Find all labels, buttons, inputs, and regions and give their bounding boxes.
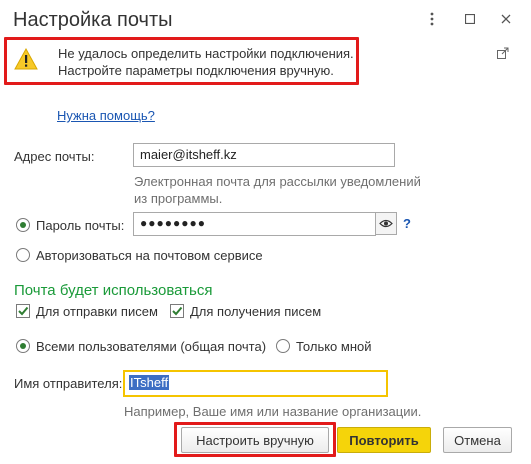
email-input[interactable]: maier@itsheff.kz: [133, 143, 395, 167]
email-hint-line-1: Электронная почта для рассылки уведомлен…: [134, 174, 421, 189]
receive-label: Для получения писем: [190, 304, 322, 319]
help-link[interactable]: Нужна помощь?: [57, 108, 155, 123]
sender-input[interactable]: ITsheff: [123, 370, 388, 397]
external-link-icon[interactable]: [497, 47, 511, 61]
eye-icon[interactable]: [375, 212, 397, 235]
all-users-radio[interactable]: [16, 339, 30, 353]
sender-label: Имя отправителя:: [14, 376, 123, 391]
warning-line-2: Настройте параметры подключения вручную.: [58, 63, 334, 78]
close-icon[interactable]: [495, 8, 517, 30]
retry-button[interactable]: Повторить: [337, 427, 431, 453]
cancel-button[interactable]: Отмена: [443, 427, 512, 453]
all-users-label: Всеми пользователями (общая почта): [36, 339, 267, 354]
warning-icon: [14, 47, 38, 72]
email-label: Адрес почты:: [14, 149, 95, 164]
more-vertical-icon[interactable]: [421, 8, 443, 30]
maximize-icon[interactable]: [459, 8, 481, 30]
sender-hint: Например, Ваше имя или название организа…: [124, 404, 422, 419]
email-hint: Электронная почта для рассылки уведомлен…: [134, 173, 421, 207]
password-label: Пароль почты:: [36, 218, 125, 233]
only-me-label: Только мной: [296, 339, 372, 354]
usage-section-title: Почта будет использоваться: [14, 282, 213, 299]
oauth-label: Авторизоваться на почтовом сервисе: [36, 248, 263, 263]
window-title: Настройка почты: [13, 9, 173, 31]
sender-input-value: ITsheff: [129, 375, 170, 390]
configure-manually-button[interactable]: Настроить вручную: [181, 427, 329, 453]
password-help-icon[interactable]: ?: [403, 216, 411, 231]
password-radio[interactable]: [16, 218, 30, 232]
receive-checkbox[interactable]: [170, 304, 184, 318]
send-checkbox[interactable]: [16, 304, 30, 318]
oauth-radio[interactable]: [16, 248, 30, 262]
send-label: Для отправки писем: [36, 304, 158, 319]
email-hint-line-2: из программы.: [134, 191, 223, 206]
warning-message: Не удалось определить настройки подключе…: [58, 45, 354, 79]
password-input[interactable]: ●●●●●●●●: [133, 212, 376, 236]
only-me-radio[interactable]: [276, 339, 290, 353]
warning-line-1: Не удалось определить настройки подключе…: [58, 46, 354, 61]
